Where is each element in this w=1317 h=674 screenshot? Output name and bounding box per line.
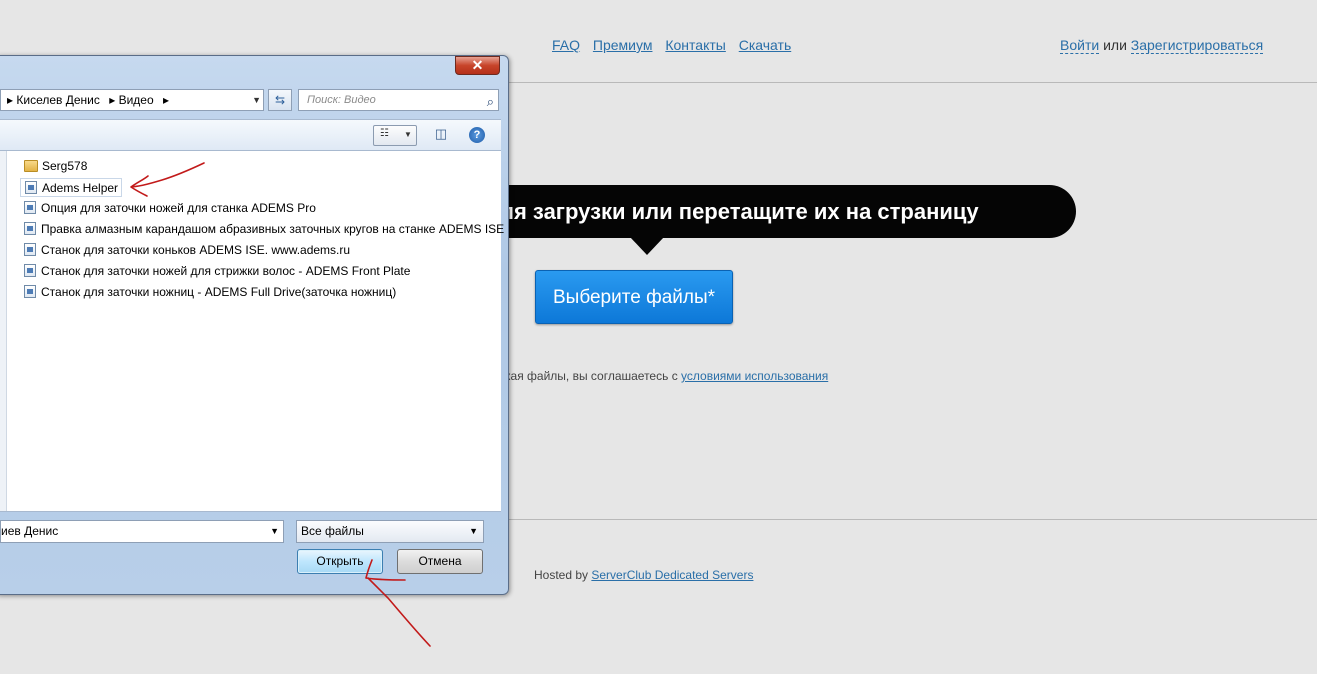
list-item[interactable]: Опция для заточки ножей для станка ADEMS… [24,199,316,218]
top-nav: FAQ Премиум Контакты Скачать [552,37,800,53]
list-item[interactable]: Adems Helper [20,178,123,197]
file-type-select[interactable]: Все файлы ▼ [296,520,484,543]
close-icon: ✕ [471,57,484,73]
upload-hint-bubble-tail [630,237,664,255]
cancel-button[interactable]: Отмена [397,549,483,574]
hosted-by-text: Hosted by [534,568,589,582]
refresh-icon: ⇆ [274,93,286,107]
video-file-icon [24,243,36,256]
help-icon: ? [473,129,481,141]
file-name: Serg578 [42,159,88,173]
video-file-icon [24,201,36,214]
breadcrumb-user[interactable]: Киселев Денис [16,93,99,107]
file-name: Опция для заточки ножей для станка ADEMS… [41,201,316,215]
search-input[interactable]: Поиск: Видео ⌕ [298,89,499,111]
choose-files-button[interactable]: Выберите файлы* [535,270,733,324]
refresh-button[interactable]: ⇆ [268,89,292,111]
list-item[interactable]: Правка алмазным карандашом абразивных за… [24,220,504,239]
search-placeholder: Поиск: Видео [307,94,376,106]
file-type-value: Все файлы [301,524,364,538]
upload-hint-bubble: ля загрузки или перетащите их на страниц… [470,185,1076,238]
list-item[interactable]: Serg578 [24,157,87,176]
chevron-down-icon[interactable]: ▼ [270,521,279,542]
login-link[interactable]: Войти [1060,37,1100,54]
folder-icon [24,160,38,172]
auth-links: Войти или Зарегистрироваться [1060,37,1264,54]
hosted-by-link[interactable]: ServerClub Dedicated Servers [591,568,753,582]
address-sep-icon: ▸ [7,93,14,107]
chevron-down-icon[interactable]: ▼ [404,130,412,139]
list-item[interactable]: Станок для заточки ножниц - ADEMS Full D… [24,283,396,302]
breadcrumb-video[interactable]: Видео [119,93,154,107]
list-item[interactable]: Станок для заточки ножей для стрижки вол… [24,262,410,281]
address-bar[interactable]: ▸ Киселев Денис ▸ Видео ▸ ▼ [0,89,264,111]
open-button[interactable]: Открыть [297,549,383,574]
video-file-icon [24,285,36,298]
change-view-button[interactable]: ☷ ▼ [373,125,417,146]
file-name: Станок для заточки ножниц - ADEMS Full D… [41,285,397,299]
nav-pane-edge [0,151,7,511]
chevron-down-icon[interactable]: ▼ [252,90,261,110]
nav-premium-link[interactable]: Премиум [593,37,653,53]
terms-link[interactable]: условиями использования [681,369,828,383]
terms-notice: кая файлы, вы соглашаетесь с условиями и… [505,369,828,383]
auth-or-text: или [1103,37,1127,53]
hosted-by: Hosted by ServerClub Dedicated Servers [534,568,753,582]
file-name: Станок для заточки ножей для стрижки вол… [41,264,411,278]
video-file-icon [24,222,36,235]
file-name-value: иев Денис [1,524,59,538]
chevron-down-icon: ▼ [469,526,478,536]
nav-download-link[interactable]: Скачать [739,37,792,53]
address-sep-icon: ▸ [109,93,116,107]
video-file-icon [25,181,37,194]
search-icon[interactable]: ⌕ [487,92,494,112]
preview-pane-icon: ◫ [434,126,448,141]
dialog-close-button[interactable]: ✕ [455,56,500,75]
file-name: Станок для заточки коньков ADEMS ISE. ww… [41,243,351,257]
address-sep-icon: ▸ [162,93,170,107]
view-grid-icon: ☷ [380,128,389,139]
file-name: Правка алмазным карандашом абразивных за… [41,222,505,236]
preview-pane-button[interactable]: ◫ [431,126,451,144]
nav-faq-link[interactable]: FAQ [552,37,580,53]
file-name-field[interactable]: иев Денис ▼ [0,520,284,543]
nav-contacts-link[interactable]: Контакты [665,37,725,53]
register-link[interactable]: Зарегистрироваться [1130,37,1264,54]
video-file-icon [24,264,36,277]
dialog-toolbar [0,119,501,151]
terms-text: кая файлы, вы соглашаетесь с [505,369,678,383]
help-button[interactable]: ? [469,127,485,143]
list-item[interactable]: Станок для заточки коньков ADEMS ISE. ww… [24,241,350,260]
file-name: Adems Helper [42,181,119,195]
